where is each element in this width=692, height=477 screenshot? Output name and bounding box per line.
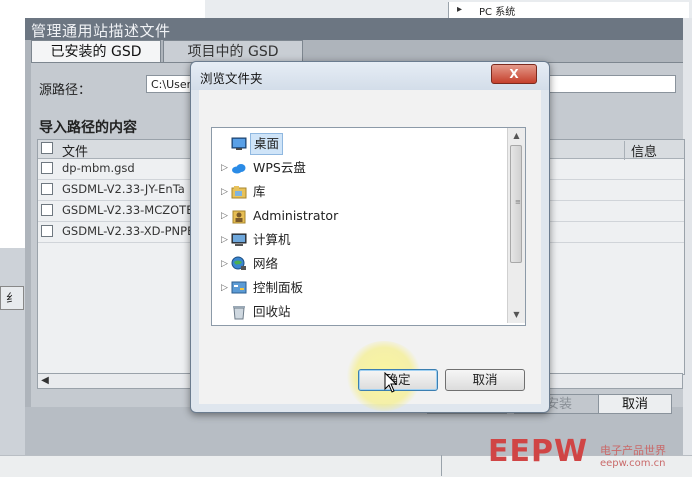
control-panel-icon [231,281,247,294]
select-all-checkbox[interactable] [41,142,53,154]
tree-item-label: 桌面 [250,133,284,155]
tree-item-label: WPS云盘 [253,160,306,175]
folder-tree[interactable]: 桌面 ▷ WPS云盘 ▷ 库 ▷ Administrator ▷ 计算机 ▷ 网… [211,127,526,326]
expand-arrow-icon[interactable]: ▷ [221,276,228,300]
background-left-strip [0,248,25,476]
expand-arrow-icon[interactable]: ▷ [221,252,228,276]
recycle-bin-icon [233,306,245,320]
tree-item-administrator[interactable]: ▷ Administrator [212,204,508,228]
close-icon: X [509,67,519,81]
expand-arrow-icon[interactable]: ▷ [221,180,228,204]
file-name: GSDML-V2.33-JY-EnTa [62,182,185,196]
desktop-icon [231,137,247,150]
tree-item-label: 回收站 [253,304,291,319]
library-icon [231,186,247,199]
dialog-titlebar[interactable]: 管理通用站描述文件 [25,18,683,40]
tree-item-label: 网络 [253,256,279,271]
column-header-info: 信息 [624,141,657,160]
tab-project-gsd[interactable]: 项目中的 GSD [163,40,303,63]
file-name: GSDML-V2.33-XD-PNPE [62,224,195,238]
tree-item-label: Administrator [253,208,339,223]
row-checkbox[interactable] [41,225,53,237]
watermark-subtitle: 电子产品世界 [600,444,666,457]
tree-item-library[interactable]: ▷ 库 [212,180,508,204]
project-tree-item[interactable]: ▸ PC 系统 [448,2,689,18]
vertical-scrollbar[interactable]: ▲ ≡ ▼ [507,128,525,323]
import-contents-title: 导入路径的内容 [39,120,137,136]
row-checkbox[interactable] [41,162,53,174]
tree-item-desktop[interactable]: 桌面 [212,132,508,156]
row-checkbox[interactable] [41,204,53,216]
cancel-button[interactable]: 取消 [598,394,672,414]
tree-item-recycle-bin[interactable]: 回收站 [212,300,508,324]
scroll-left-icon[interactable]: ◀ [38,374,52,388]
background-left-tab[interactable]: 纟 [0,286,24,310]
scroll-down-icon[interactable]: ▼ [508,307,525,323]
tree-item-wps-cloud[interactable]: ▷ WPS云盘 [212,156,508,180]
tree-item-computer[interactable]: ▷ 计算机 [212,228,508,252]
cloud-icon [232,164,246,174]
dialog-title: 管理通用站描述文件 [31,22,171,40]
scroll-thumb[interactable]: ≡ [510,145,522,263]
tree-item-network[interactable]: ▷ 网络 [212,252,508,276]
mouse-cursor-icon [384,372,398,393]
column-header-file: 文件 [62,145,89,160]
watermark-logo: EEPW [488,434,589,469]
scroll-up-icon[interactable]: ▲ [508,128,525,144]
tab-installed-gsd[interactable]: 已安装的 GSD [31,40,161,63]
computer-icon [231,233,247,246]
browse-dialog-title: 浏览文件夹 [200,71,263,86]
row-checkbox[interactable] [41,183,53,195]
watermark-url: eepw.com.cn [600,458,666,469]
expand-arrow-icon[interactable]: ▷ [221,156,228,180]
tree-item-label: 库 [253,184,266,199]
divider [441,455,442,476]
background-panel [0,0,205,18]
tree-item-label: 计算机 [253,232,291,247]
tree-item-control-panel[interactable]: ▷ 控制面板 [212,276,508,300]
ok-button[interactable]: 确定 [358,369,438,391]
cancel-button[interactable]: 取消 [445,369,525,391]
tree-item-label: 控制面板 [253,280,304,295]
close-button[interactable]: X [491,64,537,84]
expand-arrow-icon[interactable]: ▷ [221,228,228,252]
file-name: GSDML-V2.33-MCZOTE [62,203,194,217]
watermark: EEPW 电子产品世界 eepw.com.cn [488,434,692,476]
project-tree-item-label: PC 系统 [479,7,516,18]
background-left-panel [0,18,25,248]
expand-arrow-icon[interactable]: ▷ [221,204,228,228]
source-path-label: 源路径： [39,83,92,98]
network-icon [231,256,246,270]
expand-arrow-icon[interactable]: ▸ [457,4,462,15]
file-name: dp-mbm.gsd [62,161,135,175]
browse-folder-dialog: 浏览文件夹 X 桌面 ▷ WPS云盘 ▷ 库 ▷ Administrator ▷… [190,61,550,413]
grip-icon: ≡ [515,198,521,206]
user-folder-icon [232,210,246,224]
